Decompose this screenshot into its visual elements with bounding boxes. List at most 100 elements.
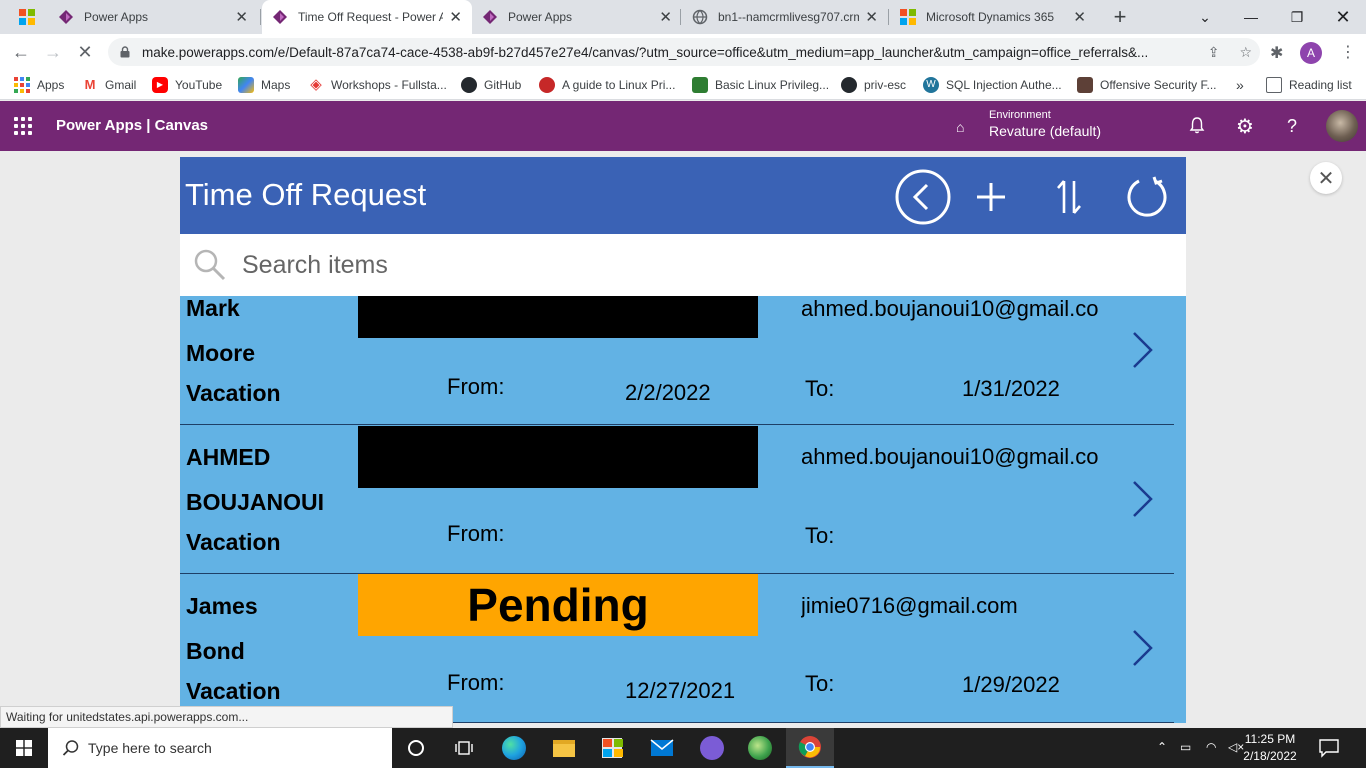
search-icon <box>62 740 79 756</box>
stop-loading-icon[interactable]: ✕ <box>72 39 98 65</box>
browser-tab[interactable]: Power Apps ✕ <box>48 0 258 34</box>
browser-tab[interactable]: Power Apps ✕ <box>472 0 682 34</box>
bookmark-youtube[interactable]: ▶ YouTube <box>152 76 222 94</box>
site-favicon-icon <box>1077 77 1093 93</box>
minimize-icon[interactable]: — <box>1228 0 1274 34</box>
request-item[interactable]: James Bond Vacation Pending jimie0716@gm… <box>180 574 1186 723</box>
share-icon[interactable]: ⇪ <box>1208 44 1220 61</box>
windows-start-icon[interactable] <box>0 728 48 768</box>
chevron-right-icon[interactable] <box>1130 628 1156 668</box>
last-name: Moore <box>186 340 255 366</box>
microsoft-launcher-icon[interactable] <box>19 9 35 25</box>
bookmark-offensive-security[interactable]: Offensive Security F... <box>1077 76 1217 94</box>
clock-date: 2/18/2022 <box>1243 749 1297 763</box>
tab-search-icon[interactable]: ⌄ <box>1182 0 1228 34</box>
bookmarks-overflow-button[interactable]: » <box>1236 76 1244 94</box>
browser-toolbar: ← → ✕ make.powerapps.com/e/Default-87a7c… <box>0 34 1366 70</box>
request-item[interactable]: AHMED BOUJANOUI Vacation ahmed.boujanoui… <box>180 425 1186 574</box>
battery-icon[interactable]: ▭ <box>1180 740 1191 754</box>
reading-list[interactable]: Reading list <box>1266 76 1352 94</box>
bookmarks-bar: Apps M Gmail ▶ YouTube Maps ◈ Workshops … <box>0 70 1366 100</box>
chevron-right-icon[interactable] <box>1130 479 1156 519</box>
show-hidden-icons[interactable]: ⌃ <box>1157 740 1167 754</box>
environment-icon[interactable]: ⌂ <box>956 119 964 135</box>
site-favicon-icon <box>692 77 708 93</box>
profile-avatar[interactable]: A <box>1300 42 1322 64</box>
record-icon <box>539 77 555 93</box>
bell-icon[interactable] <box>1189 116 1205 139</box>
lock-icon[interactable] <box>120 46 130 58</box>
close-tab-icon[interactable]: ✕ <box>865 8 878 26</box>
bookmark-gmail[interactable]: M Gmail <box>82 76 137 94</box>
to-label: To: <box>805 376 835 401</box>
browser-tab[interactable]: bn1--namcrmlivesg707.crm ✕ <box>682 0 888 34</box>
request-item[interactable]: Mark Moore Vacation ahmed.boujanoui10@gm… <box>180 296 1186 425</box>
close-tab-icon[interactable]: ✕ <box>1073 8 1086 26</box>
email: ahmed.boujanoui10@gmail.co <box>801 296 1099 321</box>
browser-menu-icon[interactable]: ⋮ <box>1340 42 1356 62</box>
clock-time: 11:25 PM <box>1244 732 1296 746</box>
powerapps-title[interactable]: Power Apps | Canvas <box>56 117 208 134</box>
new-tab-button[interactable]: + <box>1108 4 1132 30</box>
email: ahmed.boujanoui10@gmail.co <box>801 444 1099 469</box>
edge-icon[interactable] <box>490 728 538 768</box>
help-icon[interactable]: ? <box>1287 116 1297 137</box>
gear-icon[interactable]: ⚙ <box>1236 114 1254 139</box>
wifi-icon[interactable]: ◠ <box>1206 740 1216 754</box>
app-header: Time Off Request <box>180 157 1186 234</box>
last-name: BOUJANOUI <box>186 489 325 515</box>
forward-icon[interactable]: → <box>40 39 66 65</box>
microsoft-icon <box>900 9 916 25</box>
back-button[interactable] <box>895 169 951 225</box>
bookmark-basic-linux[interactable]: Basic Linux Privileg... <box>692 76 829 94</box>
mail-icon[interactable] <box>638 728 686 768</box>
search-input[interactable] <box>242 248 1142 282</box>
close-tab-icon[interactable]: ✕ <box>449 8 462 26</box>
notification-center-icon[interactable] <box>1318 738 1340 758</box>
bookmark-apps[interactable]: Apps <box>14 76 64 94</box>
github-icon <box>461 77 477 93</box>
email: jimie0716@gmail.com <box>801 593 1018 618</box>
refresh-button[interactable] <box>1119 169 1175 225</box>
omnibox-actions: ⇪ ☆ <box>1208 38 1252 66</box>
first-name: James <box>186 593 258 619</box>
add-item-button[interactable] <box>963 169 1019 225</box>
file-explorer-icon[interactable] <box>540 728 588 768</box>
back-icon[interactable]: ← <box>8 39 34 65</box>
search-bar <box>180 234 1186 296</box>
restore-icon[interactable]: ❐ <box>1274 0 1320 34</box>
bookmark-sql-injection[interactable]: W SQL Injection Authe... <box>923 76 1062 94</box>
game-app-icon[interactable] <box>688 728 736 768</box>
chevron-right-icon[interactable] <box>1130 330 1156 370</box>
from-label: From: <box>447 670 505 695</box>
plus-icon <box>977 183 1005 211</box>
edge-dev-icon[interactable] <box>736 728 784 768</box>
microsoft-store-icon[interactable] <box>588 728 636 768</box>
bookmark-priv-esc[interactable]: priv-esc <box>841 76 906 94</box>
system-clock[interactable]: 11:25 PM 2/18/2022 <box>1240 731 1300 765</box>
task-view-icon[interactable] <box>440 728 488 768</box>
address-bar[interactable]: make.powerapps.com/e/Default-87a7ca74-ca… <box>108 38 1260 66</box>
request-gallery[interactable]: Mark Moore Vacation ahmed.boujanoui10@gm… <box>180 296 1186 723</box>
bookmark-github[interactable]: GitHub <box>461 76 521 94</box>
browser-tab-active[interactable]: Time Off Request - Power A ✕ <box>262 0 472 34</box>
environment-value[interactable]: Revature (default) <box>989 123 1101 139</box>
browser-tab[interactable]: Microsoft Dynamics 365 ✕ <box>890 0 1096 34</box>
app-launcher-icon[interactable] <box>14 117 32 135</box>
bookmark-workshops[interactable]: ◈ Workshops - Fullsta... <box>308 76 447 94</box>
bookmark-maps[interactable]: Maps <box>238 76 290 94</box>
close-tab-icon[interactable]: ✕ <box>659 8 672 26</box>
close-window-icon[interactable]: ✕ <box>1320 0 1366 34</box>
sort-button[interactable] <box>1041 169 1097 225</box>
extensions-icon[interactable]: ✱ <box>1270 43 1283 63</box>
close-tab-icon[interactable]: ✕ <box>235 8 248 26</box>
close-icon[interactable]: ✕ <box>1310 162 1342 194</box>
cortana-icon[interactable] <box>392 728 440 768</box>
bookmark-star-icon[interactable]: ☆ <box>1239 44 1252 61</box>
taskbar-search-box[interactable]: Type here to search <box>48 728 392 768</box>
bookmark-linux-guide[interactable]: A guide to Linux Pri... <box>539 76 675 94</box>
chrome-icon[interactable] <box>786 728 834 768</box>
user-avatar[interactable] <box>1326 110 1358 142</box>
github-icon <box>841 77 857 93</box>
browser-tab-strip: Power Apps ✕ Time Off Request - Power A … <box>0 0 1366 34</box>
